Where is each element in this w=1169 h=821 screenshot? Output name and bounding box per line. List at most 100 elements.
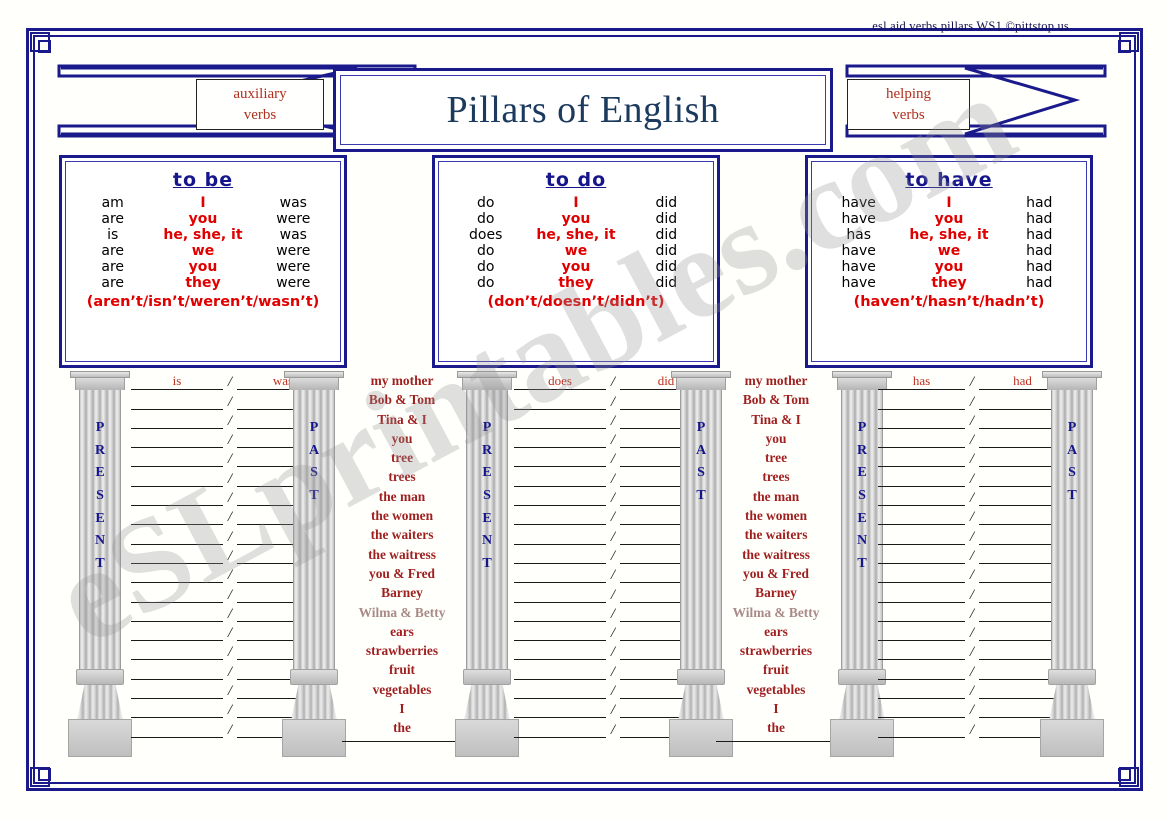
present-answer-blank[interactable] (878, 412, 965, 429)
present-answer-blank[interactable] (514, 412, 606, 429)
pillar-neck (76, 669, 124, 685)
answer-row: / (878, 487, 1068, 507)
present-answer-blank[interactable]: does (514, 373, 606, 391)
present-answer-blank[interactable] (514, 489, 606, 507)
subject-word: the (393, 720, 411, 736)
present-answer-blank[interactable] (514, 547, 606, 564)
conjugation-table: have Ihad have you had has he, she, it had have w… (820, 195, 1078, 291)
present-form: have (841, 211, 876, 227)
subject-word: the women (370, 508, 434, 524)
present-answer-blank[interactable] (514, 721, 606, 738)
subject-word: Barney (381, 585, 423, 601)
answer-separator: / (227, 702, 233, 719)
answer-row: / (878, 448, 1068, 468)
pillar-label-letter: E (95, 510, 105, 526)
present-answer-blank[interactable] (878, 643, 965, 661)
present-answer-blank[interactable] (878, 586, 965, 603)
present-answer-blank[interactable] (514, 586, 606, 603)
pillar-neck (290, 669, 338, 685)
present-answer-blank[interactable] (514, 663, 606, 680)
present-answer-blank[interactable] (514, 566, 606, 584)
answer-separator: / (969, 393, 975, 410)
present-answer-blank[interactable] (131, 624, 223, 642)
pillar-label-letter: S (1068, 465, 1076, 481)
subject-word: vegetables (372, 681, 432, 697)
present-answer-blank[interactable] (131, 605, 223, 622)
present-answer-blank[interactable] (878, 450, 965, 468)
answer-separator: / (227, 393, 233, 410)
subject-word: the waitress (742, 546, 810, 562)
past-form: was (279, 227, 307, 243)
present-answer-blank[interactable] (878, 508, 965, 526)
present-answer-blank[interactable] (878, 663, 965, 680)
title-plaque: Pillars of English (333, 68, 833, 152)
pronoun: we (564, 243, 588, 259)
present-answer-blank[interactable] (878, 721, 965, 738)
answer-separator: / (610, 663, 616, 680)
present-answer-blank[interactable] (878, 528, 965, 545)
present-answer-blank[interactable] (514, 431, 606, 449)
present-answer-blank[interactable] (131, 450, 223, 468)
pillar-label-present: PRESENT (461, 417, 513, 576)
present-answer-blank[interactable] (514, 528, 606, 545)
present-answer-blank[interactable]: is (131, 373, 223, 391)
answer-separator: / (969, 625, 975, 642)
present-answer-blank[interactable] (878, 566, 965, 584)
answer-separator: / (969, 451, 975, 468)
pillar-label-letter: E (95, 465, 105, 481)
present-answer-blank[interactable] (514, 643, 606, 661)
answer-separator: / (610, 625, 616, 642)
pillar-echinus (1047, 378, 1097, 390)
subject-word: I (399, 701, 405, 717)
present-answer-blank[interactable] (514, 508, 606, 526)
pronoun: he, she, it (536, 227, 616, 243)
subject-word: Tina & I (377, 411, 427, 427)
present-answer-blank[interactable] (514, 701, 606, 719)
present-answer-blank[interactable] (131, 393, 223, 410)
answer-separator: / (610, 683, 616, 700)
answer-row: / (878, 429, 1068, 449)
present-form: are (101, 275, 125, 291)
present-answer-blank[interactable] (131, 528, 223, 545)
present-answer-blank[interactable] (878, 489, 965, 507)
subject-word: my mother (744, 373, 808, 388)
answer-separator: / (227, 663, 233, 680)
subject-word: vegetables (746, 681, 806, 697)
present-answer-blank[interactable] (131, 682, 223, 700)
present-answer-blank[interactable] (131, 508, 223, 526)
subject-word: I (773, 701, 779, 717)
present-answer-blank[interactable] (514, 393, 606, 410)
auxiliary-verbs-line2: verbs (243, 106, 277, 123)
present-answer-blank[interactable] (131, 566, 223, 584)
present-answer-blank[interactable] (878, 547, 965, 564)
present-answer-blank[interactable] (131, 663, 223, 680)
present-answer-blank[interactable] (131, 701, 223, 719)
past-form: did (655, 259, 678, 275)
present-answer-blank[interactable] (131, 643, 223, 661)
pillar-past: PAST (282, 371, 346, 757)
present-answer-blank[interactable] (878, 431, 965, 449)
present-answer-blank[interactable] (514, 605, 606, 622)
present-answer-blank[interactable] (131, 470, 223, 487)
present-answer-blank[interactable] (878, 701, 965, 719)
present-answer-blank[interactable] (131, 412, 223, 429)
present-answer-blank[interactable] (878, 682, 965, 700)
present-answer-blank[interactable] (878, 624, 965, 642)
present-answer-blank[interactable] (514, 450, 606, 468)
conjugation-row: have they had (820, 275, 1078, 291)
present-answer-blank[interactable] (131, 547, 223, 564)
present-answer-blank[interactable] (131, 489, 223, 507)
present-answer-blank[interactable] (131, 721, 223, 738)
verb-panel-to-do: to do do Idid do you did does he, she, it did do… (432, 155, 720, 368)
present-answer-blank[interactable] (131, 431, 223, 449)
pillar-label-past: PAST (1046, 417, 1098, 508)
present-answer-blank[interactable] (514, 470, 606, 487)
present-answer-blank[interactable] (131, 586, 223, 603)
present-answer-blank[interactable] (514, 624, 606, 642)
present-answer-blank[interactable] (878, 393, 965, 410)
present-answer-blank[interactable] (514, 682, 606, 700)
present-answer-blank[interactable] (878, 605, 965, 622)
present-answer-blank[interactable]: has (878, 373, 965, 391)
answer-separator: / (227, 567, 233, 584)
present-answer-blank[interactable] (878, 470, 965, 487)
